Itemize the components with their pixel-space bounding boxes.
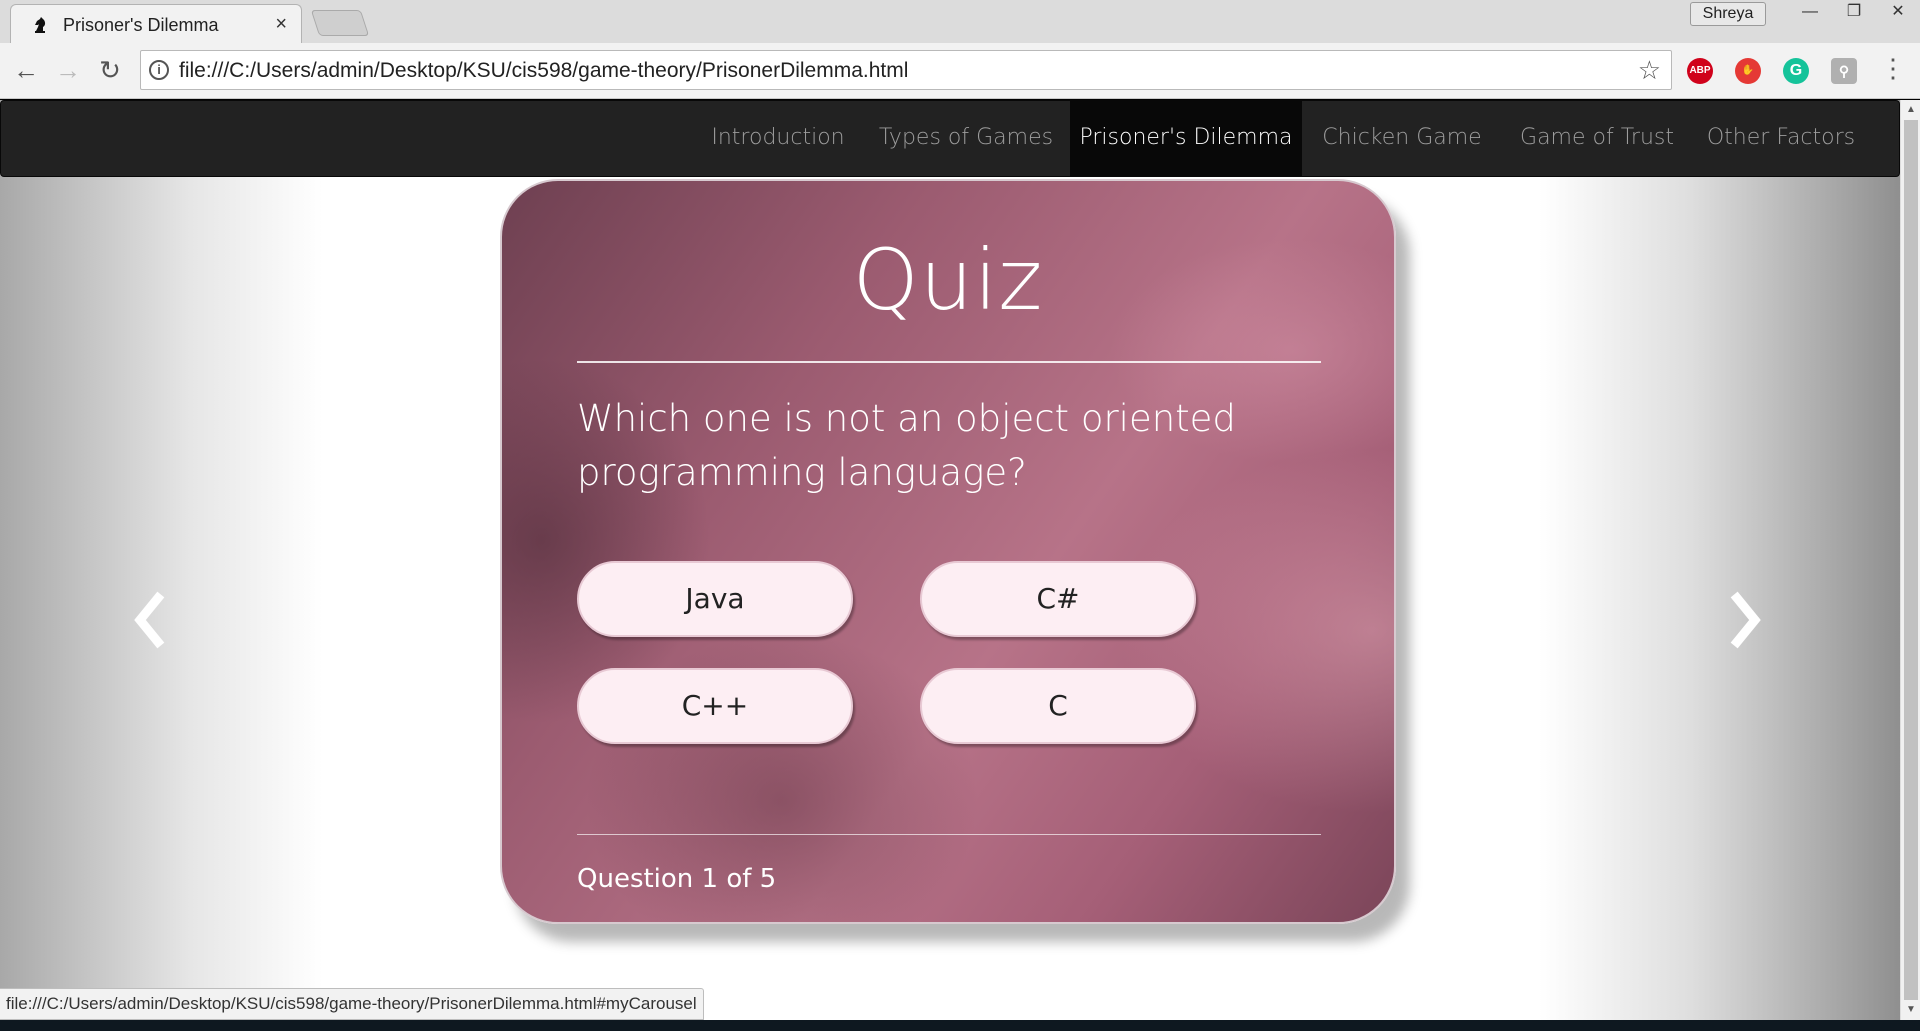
browser-tab-strip: Prisoner's Dilemma × Shreya — ❐ ✕: [0, 0, 1920, 43]
page-scrollbar[interactable]: ▲ ▼: [1900, 100, 1920, 1020]
answer-button-c[interactable]: C: [920, 668, 1196, 744]
reload-button[interactable]: ↻: [94, 55, 126, 85]
scroll-down-arrow-icon[interactable]: ▼: [1901, 1002, 1920, 1018]
nav-types-of-games[interactable]: Types of Games: [861, 101, 1071, 176]
answer-button-java[interactable]: Java: [577, 561, 853, 637]
minimize-button[interactable]: —: [1788, 0, 1832, 26]
status-url-bubble: file:///C:/Users/admin/Desktop/KSU/cis59…: [0, 988, 704, 1020]
forward-button[interactable]: →: [52, 55, 84, 85]
quiz-card: Quiz Which one is not an object oriented…: [500, 179, 1396, 924]
os-taskbar: [0, 1020, 1920, 1031]
info-icon[interactable]: i: [149, 60, 169, 80]
footer-divider: [577, 834, 1321, 835]
web-page: Introduction Types of Games Prisoner's D…: [0, 100, 1900, 1020]
nav-introduction[interactable]: Introduction: [701, 101, 855, 176]
browser-menu-icon[interactable]: ⋮: [1880, 53, 1906, 83]
nav-game-of-trust[interactable]: Game of Trust: [1509, 101, 1685, 176]
answer-button-cpp[interactable]: C++: [577, 668, 853, 744]
site-navbar: Introduction Types of Games Prisoner's D…: [0, 100, 1900, 177]
browser-tab[interactable]: Prisoner's Dilemma ×: [10, 4, 302, 43]
tab-close-button[interactable]: ×: [275, 13, 287, 36]
tab-title: Prisoner's Dilemma: [63, 15, 219, 35]
adblock-plus-icon[interactable]: ABP: [1687, 58, 1713, 84]
restore-button[interactable]: ❐: [1832, 0, 1876, 26]
nav-chicken-game[interactable]: Chicken Game: [1308, 101, 1496, 176]
close-window-button[interactable]: ✕: [1876, 0, 1920, 26]
chevron-right-icon[interactable]: [1727, 590, 1767, 650]
new-tab-button[interactable]: [310, 10, 370, 36]
browser-toolbar: ← → ↻ i file:///C:/Users/admin/Desktop/K…: [0, 43, 1920, 99]
grammarly-icon[interactable]: G: [1783, 58, 1809, 84]
answer-button-csharp[interactable]: C#: [920, 561, 1196, 637]
quiz-question: Which one is not an object oriented prog…: [577, 397, 1236, 494]
hand-stop-extension-icon[interactable]: ✋: [1735, 58, 1761, 84]
address-bar[interactable]: i file:///C:/Users/admin/Desktop/KSU/cis…: [140, 50, 1672, 90]
chess-knight-icon: [35, 17, 46, 33]
url-text[interactable]: file:///C:/Users/admin/Desktop/KSU/cis59…: [179, 59, 908, 83]
scroll-up-arrow-icon[interactable]: ▲: [1901, 102, 1920, 118]
title-divider: [577, 361, 1321, 363]
profile-button[interactable]: Shreya: [1690, 2, 1766, 26]
back-button[interactable]: ←: [10, 55, 42, 85]
chevron-left-icon[interactable]: [128, 590, 168, 650]
window-controls: — ❐ ✕: [1788, 0, 1920, 26]
nav-prisoners-dilemma[interactable]: Prisoner's Dilemma: [1070, 101, 1302, 176]
scroll-thumb[interactable]: [1904, 120, 1918, 1000]
question-progress: Question 1 of 5: [577, 864, 777, 894]
bookmark-star-icon[interactable]: ☆: [1638, 55, 1661, 86]
puzzle-extension-icon[interactable]: ⚲: [1831, 58, 1857, 84]
nav-other-factors[interactable]: Other Factors: [1697, 101, 1865, 176]
quiz-title: Quiz: [852, 231, 1044, 329]
